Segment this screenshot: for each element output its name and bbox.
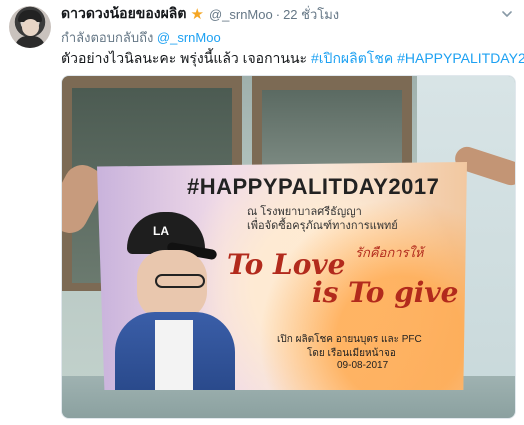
cap-logo: LA [153,224,169,238]
banner-title: #HAPPYPALITDAY2017 [187,174,440,199]
reply-context: กำลังตอบกลับถึง @_srnMoo [61,27,221,48]
avatar[interactable] [9,6,51,48]
hashtag-link[interactable]: #เปิกผลิตโชค [311,50,393,66]
banner-date: 09-08-2017 [337,360,389,371]
hashtag-link[interactable]: #HAPPYPALITDAY2017 [397,50,524,66]
banner-credit: เปิก ผลิตโชค อายนบุตร และ PFC [277,334,422,345]
reply-mention-link[interactable]: @_srnMoo [157,30,221,45]
tweet-photo[interactable]: LA #HAPPYPALITDAY2017 ณ โรงพยาบาลศรีธัญญ… [61,75,516,419]
vinyl-banner: LA #HAPPYPALITDAY2017 ณ โรงพยาบาลศรีธัญญ… [97,162,467,390]
star-icon: ★ [190,5,204,23]
display-name[interactable]: ดาวดวงน้อยของผลิต [61,3,186,25]
tweet-text: ตัวอย่างไวนิลนะคะ พรุ่งนี้แล้ว เจอกานนะ … [61,48,524,70]
banner-slogan: is To give [312,276,459,309]
banner-credit: โดย เรือนเมียหน้าจอ [307,348,396,359]
banner-portrait: LA [115,212,235,390]
separator-dot: · [275,6,281,22]
reply-prefix: กำลังตอบกลับถึง [61,30,154,45]
banner-subtitle: เพื่อจัดซื้อครุภัณฑ์ทางการแพทย์ [247,220,398,232]
portrait-glasses [155,274,205,288]
user-handle[interactable]: @_srnMoo [209,7,273,22]
banner-thai-slogan: รักคือการให้ [355,246,424,261]
chevron-down-icon[interactable] [500,7,514,21]
avatar-face [22,19,39,36]
timestamp[interactable]: 22 ชั่วโมง [283,4,339,25]
avatar-body [15,36,45,48]
tweet-header: ดาวดวงน้อยของผลิต ★ @_srnMoo · 22 ชั่วโม… [61,5,339,23]
photo-window-glass [262,90,402,170]
portrait-shirt [155,320,193,390]
tweet: ดาวดวงน้อยของผลิต ★ @_srnMoo · 22 ชั่วโม… [0,0,524,425]
tweet-text-body: ตัวอย่างไวนิลนะคะ พรุ่งนี้แล้ว เจอกานนะ [61,50,308,66]
